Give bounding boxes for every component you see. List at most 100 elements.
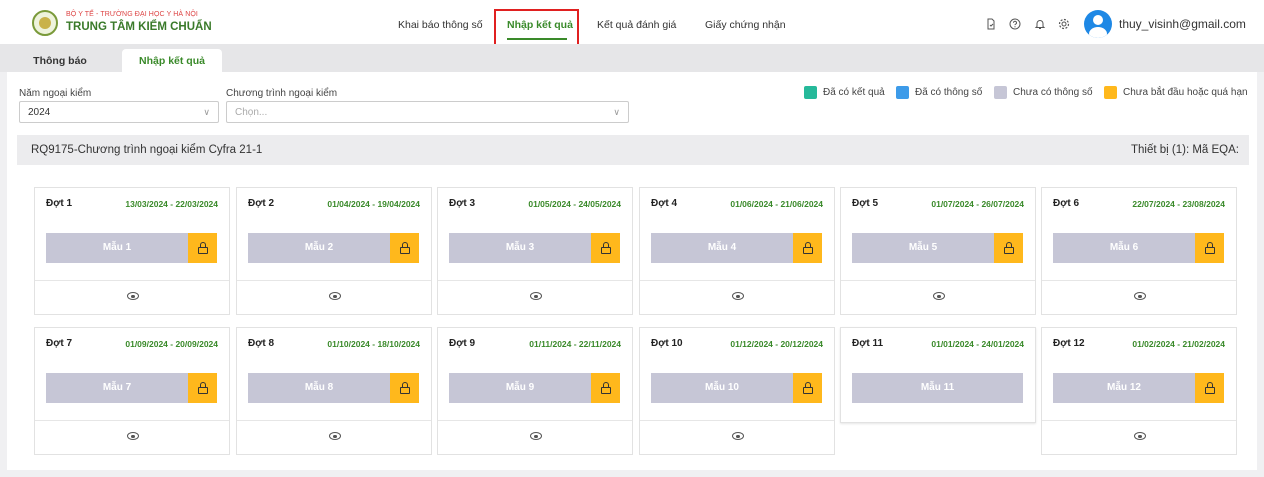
tab-nhap-ket-qua[interactable]: Nhập kết quả xyxy=(122,49,222,72)
eye-icon[interactable] xyxy=(127,292,139,300)
eye-icon[interactable] xyxy=(1134,292,1146,300)
round-card: Đợt 3 01/05/2024 - 24/05/2024 Mẫu 3 xyxy=(437,187,633,315)
round-dates: 01/05/2024 - 24/05/2024 xyxy=(528,199,621,209)
round-card: Đợt 12 01/02/2024 - 21/02/2024 Mẫu 12 xyxy=(1041,327,1237,455)
eye-icon[interactable] xyxy=(732,432,744,440)
top-bar: BỘ Y TẾ - TRƯỜNG ĐẠI HỌC Y HÀ NỘI TRUNG … xyxy=(0,0,1264,44)
round-dates: 01/01/2024 - 24/01/2024 xyxy=(931,339,1024,349)
legend-swatch xyxy=(994,86,1007,99)
gear-icon[interactable] xyxy=(1058,18,1070,30)
round-dates: 01/07/2024 - 26/07/2024 xyxy=(931,199,1024,209)
eye-icon[interactable] xyxy=(530,292,542,300)
round-name: Đợt 3 xyxy=(449,198,476,209)
brand-subtitle: BỘ Y TẾ - TRƯỜNG ĐẠI HỌC Y HÀ NỘI xyxy=(66,11,198,18)
round-dates: 13/03/2024 - 22/03/2024 xyxy=(125,199,218,209)
legend-item-da-co-thong-so: Đã có thông số xyxy=(896,86,982,99)
user-email[interactable]: thuy_visinh@gmail.com xyxy=(1119,17,1246,31)
tab-bar: Thông báo Nhập kết quả xyxy=(0,44,1264,72)
sample-button[interactable]: Mẫu 11 xyxy=(852,373,1023,403)
help-icon[interactable] xyxy=(1009,18,1021,30)
round-name: Đợt 8 xyxy=(248,338,275,349)
year-select[interactable]: 2024 ∨ xyxy=(19,101,219,123)
sample-row: Mẫu 9 xyxy=(449,373,620,403)
sample-button[interactable]: Mẫu 3 xyxy=(449,233,591,263)
sample-row: Mẫu 6 xyxy=(1053,233,1224,263)
bell-icon[interactable] xyxy=(1034,18,1046,30)
program-title: RQ9175-Chương trình ngoại kiểm Cyfra 21-… xyxy=(31,144,263,156)
lock-icon[interactable] xyxy=(188,233,217,263)
round-dates: 01/06/2024 - 21/06/2024 xyxy=(730,199,823,209)
round-name: Đợt 10 xyxy=(651,338,683,349)
lock-icon[interactable] xyxy=(390,233,419,263)
round-name: Đợt 2 xyxy=(248,198,275,209)
card-divider xyxy=(237,420,431,421)
lock-icon[interactable] xyxy=(591,233,620,263)
round-name: Đợt 12 xyxy=(1053,338,1085,349)
sample-button[interactable]: Mẫu 1 xyxy=(46,233,188,263)
sample-button[interactable]: Mẫu 2 xyxy=(248,233,390,263)
eye-icon[interactable] xyxy=(329,292,341,300)
eye-icon[interactable] xyxy=(1134,432,1146,440)
legend-item-chua-co-thong-so: Chưa có thông số xyxy=(994,86,1093,99)
nav-giay-chung-nhan[interactable]: Giấy chứng nhận xyxy=(705,19,786,31)
round-dates: 01/12/2024 - 20/12/2024 xyxy=(730,339,823,349)
nav-ket-qua-danh-gia[interactable]: Kết quả đánh giá xyxy=(597,19,676,31)
legend-label: Đã có thông số xyxy=(915,87,983,98)
tab-thong-bao[interactable]: Thông báo xyxy=(10,49,110,72)
highlight-box xyxy=(494,9,579,47)
eye-icon[interactable] xyxy=(530,432,542,440)
card-divider xyxy=(1042,420,1236,421)
program-select[interactable]: Chọn... ∨ xyxy=(226,101,629,123)
sample-row: Mẫu 5 xyxy=(852,233,1023,263)
legend-label: Chưa có thông số xyxy=(1013,87,1093,98)
eye-icon[interactable] xyxy=(127,432,139,440)
round-card: Đợt 4 01/06/2024 - 21/06/2024 Mẫu 4 xyxy=(639,187,835,315)
sample-row: Mẫu 3 xyxy=(449,233,620,263)
round-name: Đợt 7 xyxy=(46,338,73,349)
round-card: Đợt 6 22/07/2024 - 23/08/2024 Mẫu 6 xyxy=(1041,187,1237,315)
lock-icon[interactable] xyxy=(793,373,822,403)
lock-icon[interactable] xyxy=(1195,373,1224,403)
round-card: Đợt 9 01/11/2024 - 22/11/2024 Mẫu 9 xyxy=(437,327,633,455)
legend-item-chua-bat-dau: Chưa bắt đầu hoặc quá hạn xyxy=(1104,86,1248,99)
card-divider xyxy=(35,420,229,421)
lock-icon[interactable] xyxy=(994,233,1023,263)
nav-khai-bao-thong-so[interactable]: Khai báo thông số xyxy=(398,19,483,31)
sample-button[interactable]: Mẫu 8 xyxy=(248,373,390,403)
lock-icon[interactable] xyxy=(591,373,620,403)
avatar[interactable] xyxy=(1084,10,1112,38)
legend-swatch xyxy=(896,86,909,99)
sample-button[interactable]: Mẫu 12 xyxy=(1053,373,1195,403)
lock-icon[interactable] xyxy=(793,233,822,263)
chevron-down-icon: ∨ xyxy=(613,107,620,117)
sample-button[interactable]: Mẫu 5 xyxy=(852,233,994,263)
sample-button[interactable]: Mẫu 9 xyxy=(449,373,591,403)
sample-row: Mẫu 10 xyxy=(651,373,822,403)
sample-button[interactable]: Mẫu 4 xyxy=(651,233,793,263)
eye-icon[interactable] xyxy=(732,292,744,300)
lock-icon[interactable] xyxy=(390,373,419,403)
round-name: Đợt 9 xyxy=(449,338,476,349)
eye-icon[interactable] xyxy=(329,432,341,440)
sample-row: Mẫu 7 xyxy=(46,373,217,403)
sample-button[interactable]: Mẫu 7 xyxy=(46,373,188,403)
legend-item-da-co-ket-qua: Đã có kết quả xyxy=(804,86,885,99)
round-name: Đợt 11 xyxy=(852,338,884,349)
logo-icon[interactable] xyxy=(32,10,58,36)
sample-button[interactable]: Mẫu 6 xyxy=(1053,233,1195,263)
round-dates: 01/04/2024 - 19/04/2024 xyxy=(327,199,420,209)
document-icon[interactable] xyxy=(985,18,997,30)
sample-row: Mẫu 4 xyxy=(651,233,822,263)
lock-icon[interactable] xyxy=(188,373,217,403)
sample-button[interactable]: Mẫu 10 xyxy=(651,373,793,403)
brand-title[interactable]: TRUNG TÂM KIỂM CHUẨN xyxy=(66,21,212,33)
round-card: Đợt 8 01/10/2024 - 18/10/2024 Mẫu 8 xyxy=(236,327,432,455)
card-divider xyxy=(438,280,632,281)
chevron-down-icon: ∨ xyxy=(203,107,210,117)
sample-row: Mẫu 1 xyxy=(46,233,217,263)
eye-icon[interactable] xyxy=(933,292,945,300)
round-dates: 01/10/2024 - 18/10/2024 xyxy=(327,339,420,349)
card-divider xyxy=(841,280,1035,281)
round-card: Đợt 2 01/04/2024 - 19/04/2024 Mẫu 2 xyxy=(236,187,432,315)
lock-icon[interactable] xyxy=(1195,233,1224,263)
